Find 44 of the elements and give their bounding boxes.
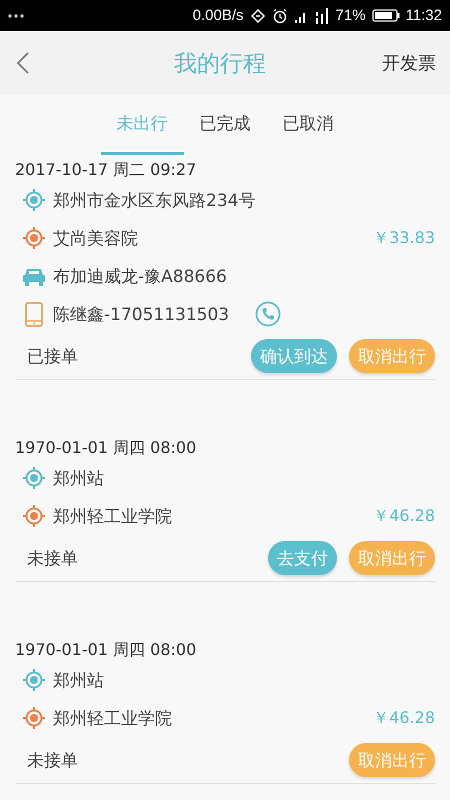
signal-4g-icon [314,8,330,24]
location-target-icon [23,467,45,489]
call-button[interactable] [255,301,282,327]
cancel-button[interactable]: 取消出行 [349,339,435,373]
car-info: 布加迪威龙-豫A88666 [53,266,227,288]
destination-address: 艾尚美容院 [53,228,138,250]
origin-address: 郑州站 [53,670,104,692]
data-sync-icon [250,8,266,24]
trip-price: ￥46.28 [373,506,435,526]
notification-dots-icon [8,14,24,18]
order-status: 未接单 [27,750,79,772]
network-speed: 0.00B/s [192,7,244,24]
location-target-icon [23,189,45,211]
order-status: 未接单 [27,548,79,570]
location-target-icon [23,505,45,527]
action-button[interactable]: 确认到达 [251,339,337,373]
clock-time: 11:32 [406,7,442,24]
order-status: 已接单 [27,346,79,368]
car-icon [23,266,45,286]
cancel-button[interactable]: 取消出行 [349,541,435,575]
battery-percent: 71% [336,7,366,24]
trip-datetime: 1970-01-01 周四 08:00 [15,639,198,661]
tab[interactable]: 未出行 [100,95,184,155]
phone-icon [25,302,43,326]
battery-icon [372,9,400,22]
trip-datetime: 2017-10-17 周二 09:27 [15,159,198,181]
destination-address: 郑州轻工业学院 [53,506,172,528]
location-target-icon [23,227,45,249]
driver-contact: 陈继鑫-17051131503 [53,304,230,326]
origin-address: 郑州市金水区东风路234号 [53,190,256,212]
invoice-button[interactable]: 开发票 [382,51,436,75]
alarm-icon [272,8,288,24]
trip-datetime: 1970-01-01 周四 08:00 [15,437,198,459]
page-title: 我的行程 [173,50,267,78]
trip-price: ￥33.83 [373,228,435,248]
cancel-button[interactable]: 取消出行 [349,743,435,777]
tab[interactable]: 已取消 [266,95,350,155]
location-target-icon [23,669,45,691]
tab[interactable]: 已完成 [184,95,266,155]
destination-address: 郑州轻工业学院 [53,708,172,730]
origin-address: 郑州站 [53,468,104,490]
location-target-icon [23,707,45,729]
trip-price: ￥46.28 [373,708,435,728]
action-button[interactable]: 去支付 [268,541,337,575]
